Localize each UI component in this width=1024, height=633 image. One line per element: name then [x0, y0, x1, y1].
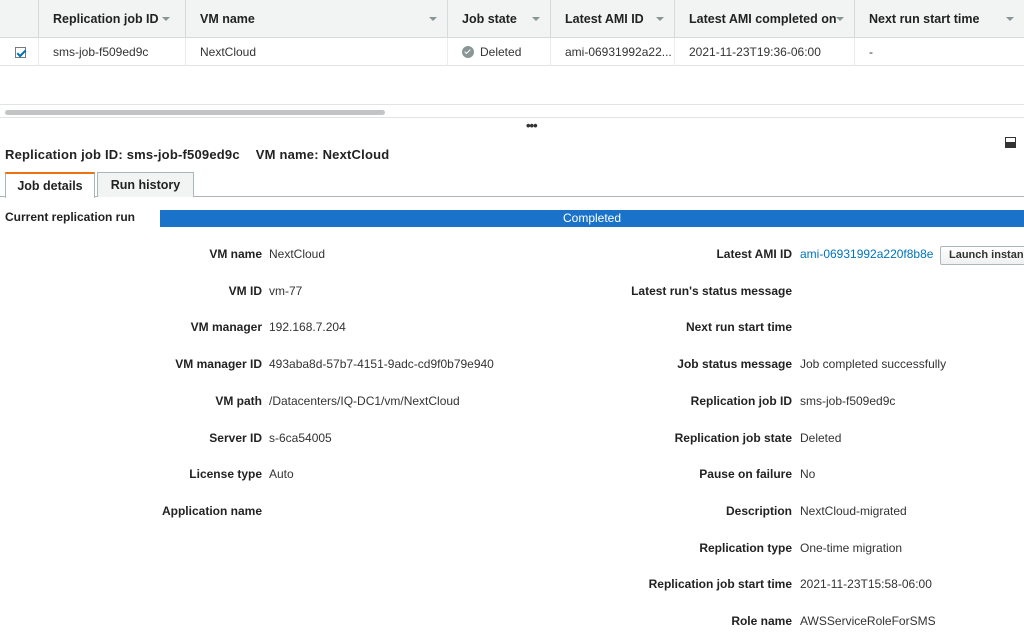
field-value-server-id: s-6ca54005 — [269, 430, 332, 445]
column-header-vm-name[interactable]: VM name — [185, 0, 447, 38]
sort-caret-icon[interactable] — [656, 17, 664, 21]
sort-caret-icon[interactable] — [162, 17, 170, 21]
progress-status-text: Completed — [562, 211, 622, 225]
table-header: Replication job ID VM name Job state Lat… — [0, 0, 1024, 38]
field-value-vm-path: /Datacenters/IQ-DC1/vm/NextCloud — [269, 393, 460, 408]
minimize-panel-icon[interactable] — [1005, 137, 1016, 148]
cell-next-run-start-time: - — [854, 38, 1024, 66]
field-label-next-run-start-time: Next run start time — [685, 320, 792, 335]
sort-caret-icon[interactable] — [1006, 17, 1014, 21]
cell-vm-name: NextCloud — [185, 38, 447, 66]
field-label-license-type: License type — [189, 467, 262, 482]
field-label-server-id: Server ID — [209, 430, 262, 445]
table-row[interactable]: sms-job-f509ed9c NextCloud Deleted ami-0… — [0, 38, 1024, 66]
field-value-description: NextCloud-migrated — [800, 503, 907, 518]
launch-instance-button[interactable]: Launch instance — [940, 246, 1024, 265]
field-value-replication-type: One-time migration — [800, 540, 903, 555]
row-checkbox[interactable] — [15, 47, 26, 58]
sort-caret-icon[interactable] — [429, 17, 437, 21]
field-label-vm-name: VM name — [209, 247, 262, 261]
field-label-description: Description — [725, 503, 792, 518]
cell-replication-job-id: sms-job-f509ed9c — [38, 38, 185, 66]
field-value-replication-job-state: Deleted — [800, 430, 842, 445]
detail-tabs: Job details Run history — [0, 172, 1024, 198]
sort-caret-icon[interactable] — [532, 17, 540, 21]
sort-caret-icon[interactable] — [836, 17, 844, 21]
field-label-latest-run-s-status-message: Latest run's status message — [631, 283, 792, 298]
field-value-license-type: Auto — [269, 467, 294, 482]
field-label-role-name: Role name — [731, 614, 792, 628]
field-value-vm-manager: 192.168.7.204 — [269, 320, 346, 335]
replication-progress-bar: Completed — [160, 210, 1024, 227]
field-label-replication-job-start-time: Replication job start time — [648, 577, 792, 592]
field-label-job-status-message: Job status message — [677, 357, 792, 372]
cell-latest-ami-completed-on: 2021-11-23T19:36-06:00 — [674, 38, 854, 66]
column-header-replication-job-id[interactable]: Replication job ID — [38, 0, 180, 38]
cell-latest-ami-id: ami-06931992a22... — [550, 38, 674, 66]
field-value-replication-job-id: sms-job-f509ed9c — [800, 393, 896, 408]
field-label-replication-type: Replication type — [699, 540, 792, 555]
field-value-job-status-message: Job completed successfully — [800, 357, 947, 372]
field-label-vm-path: VM path — [215, 393, 262, 408]
field-value-role-name: AWSServiceRoleForSMS — [800, 614, 936, 628]
field-label-application-name: Application name — [161, 503, 262, 518]
field-label-vm-id: VM ID — [228, 283, 262, 298]
column-header-next-run-start-time[interactable]: Next run start time — [854, 0, 1024, 38]
current-run-label: Current replication run — [5, 210, 136, 224]
cell-job-state: Deleted — [447, 38, 550, 66]
check-circle-icon — [462, 46, 474, 58]
field-label-pause-on-failure: Pause on failure — [699, 467, 792, 482]
tab-run-history[interactable]: Run history — [97, 172, 194, 197]
detail-title: Replication job ID: sms-job-f509ed9c VM n… — [5, 147, 390, 162]
split-pane-handle[interactable]: ••• — [526, 118, 538, 133]
scrollbar-thumb[interactable] — [5, 110, 385, 115]
column-header-job-state[interactable]: Job state — [447, 0, 550, 38]
field-value-vm-manager-id: 493aba8d-57b7-4151-9adc-cd9f0b79e940 — [269, 357, 494, 372]
field-label-replication-job-state: Replication job state — [674, 430, 792, 445]
field-value-vm-id: vm-77 — [269, 283, 303, 298]
column-header-latest-ami-id[interactable]: Latest AMI ID — [550, 0, 674, 38]
field-label-vm-manager: VM manager — [190, 320, 262, 335]
field-label-replication-job-id: Replication job ID — [690, 393, 792, 408]
tab-job-details[interactable]: Job details — [5, 172, 95, 198]
field-value-pause-on-failure: No — [800, 467, 816, 482]
horizontal-scrollbar[interactable] — [0, 104, 1024, 118]
field-value-vm-name: NextCloud — [269, 247, 326, 261]
field-value-latest-ami-id[interactable]: ami-06931992a220f8b8e — [800, 247, 933, 261]
field-label-latest-ami-id: Latest AMI ID — [716, 247, 792, 261]
column-header-latest-ami-completed-on[interactable]: Latest AMI completed on — [674, 0, 854, 38]
field-label-vm-manager-id: VM manager ID — [175, 357, 262, 372]
field-value-replication-job-start-time: 2021-11-23T15:58-06:00 — [800, 577, 932, 592]
